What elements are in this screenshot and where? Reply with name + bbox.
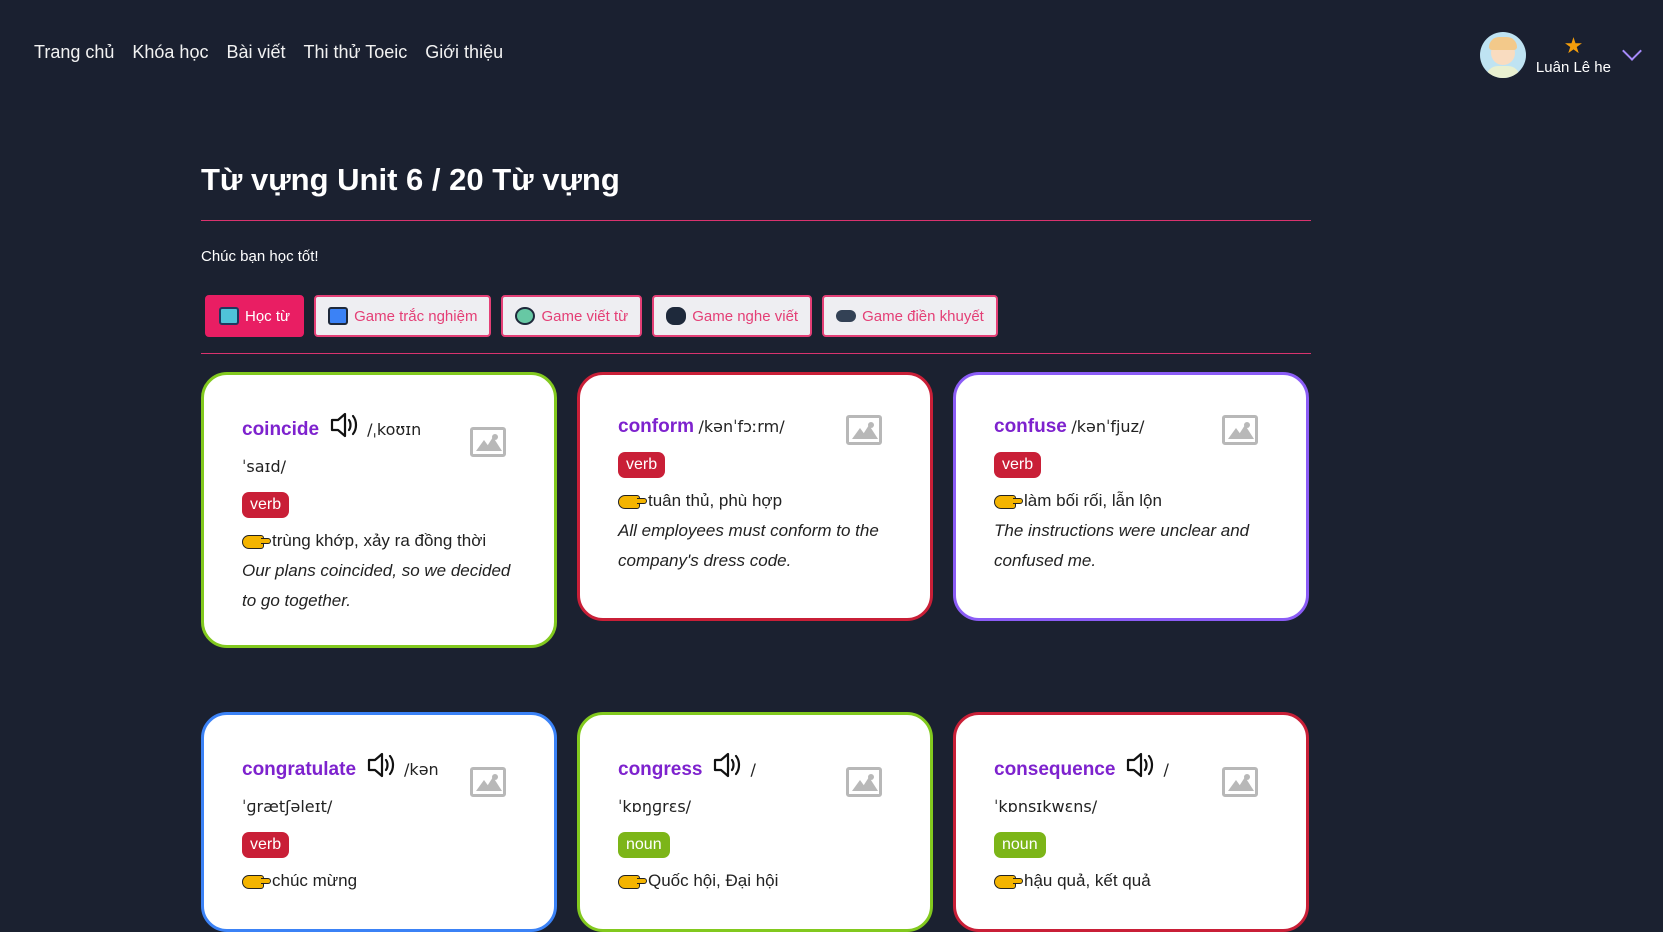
controller-icon [836, 310, 857, 322]
avatar[interactable] [1479, 32, 1526, 78]
vocab-meaning: hậu quả, kết quả [1024, 871, 1151, 890]
pointing-hand-icon [242, 534, 271, 549]
tab-learn-words[interactable]: Học từ [205, 295, 305, 337]
nav-courses[interactable]: Khóa học [132, 42, 208, 63]
vocab-card: congress / ˈkɒŋɡrɛs/ noun Quốc hội, Đại h… [577, 712, 933, 932]
image-placeholder-icon [1222, 767, 1258, 797]
part-of-speech-badge: verb [994, 452, 1042, 478]
vocab-meaning: tuân thủ, phù hợp [648, 491, 783, 510]
vocab-meaning: chúc mừng [272, 871, 358, 890]
tabs-divider [201, 353, 1311, 354]
pointing-hand-icon [618, 874, 647, 889]
mode-tabs: Học từ Game trắc nghiệm Game viết từ Gam… [205, 295, 1311, 337]
part-of-speech-badge: verb [242, 832, 290, 858]
vocab-card: consequence / ˈkɒnsɪkwɛns/ noun hậu quả, … [953, 712, 1309, 932]
main-nav: Trang chủ Khóa học Bài viết Thi thử Toei… [34, 42, 503, 63]
username: Luân Lê he [1535, 58, 1611, 76]
nav-articles[interactable]: Bài viết [226, 42, 285, 63]
tab-label: Game điền khuyết [862, 307, 984, 325]
tab-fill-blank-game[interactable]: Game điền khuyết [822, 295, 998, 337]
speaker-icon[interactable] [329, 411, 359, 451]
vocab-meaning: Quốc hội, Đại hội [648, 871, 779, 890]
image-placeholder-icon [846, 767, 882, 797]
image-placeholder-icon [846, 415, 882, 445]
part-of-speech-badge: noun [994, 832, 1046, 858]
pointing-hand-icon [994, 874, 1023, 889]
nav-home[interactable]: Trang chủ [34, 42, 114, 63]
image-placeholder-icon [470, 427, 506, 457]
vocab-card: conform /kənˈfɔːrm/ verb tuân thủ, phù h… [577, 372, 933, 621]
image-placeholder-icon [470, 767, 506, 797]
tab-label: Game nghe viết [692, 307, 799, 325]
tab-spelling-game[interactable]: Game viết từ [501, 295, 643, 337]
gamepad-icon [515, 307, 536, 325]
vr-headset-icon [666, 307, 687, 325]
page-title: Từ vựng Unit 6 / 20 Từ vựng [201, 162, 620, 197]
speaker-icon[interactable] [712, 751, 742, 791]
vocab-meaning: làm bối rối, lẫn lộn [1024, 491, 1162, 510]
star-icon: ★ [1563, 32, 1584, 58]
monitor-icon [328, 307, 349, 325]
tab-quiz-game[interactable]: Game trắc nghiệm [314, 295, 492, 337]
title-divider [201, 220, 1311, 221]
pointing-hand-icon [618, 494, 647, 509]
vocab-word[interactable]: congratulate [242, 759, 356, 780]
speaker-icon[interactable] [366, 751, 396, 791]
vocab-ipa: /kənˈfjuz/ [1071, 417, 1145, 436]
vocab-card: congratulate/kən ˈɡrætʃəleɪt/ verb chúc … [201, 712, 557, 932]
tab-label: Học từ [245, 307, 291, 325]
part-of-speech-badge: noun [618, 832, 670, 858]
image-placeholder-icon [1222, 415, 1258, 445]
vocab-example: The instructions were unclear and confus… [994, 521, 1250, 570]
tab-dictation-game[interactable]: Game nghe viết [652, 295, 813, 337]
vocab-word[interactable]: congress [618, 759, 702, 780]
part-of-speech-badge: verb [242, 492, 290, 518]
vocab-example: All employees must conform to the compan… [618, 521, 879, 570]
pointing-hand-icon [994, 494, 1023, 509]
vocab-word[interactable]: confuse [994, 416, 1067, 437]
chevron-down-icon[interactable] [1622, 41, 1642, 61]
vocab-word[interactable]: conform [618, 416, 694, 437]
tab-label: Game viết từ [541, 307, 629, 325]
user-menu[interactable]: ★ Luân Lê he [1479, 32, 1642, 78]
vocab-meaning: trùng khớp, xảy ra đồng thời [272, 531, 487, 550]
vocab-example: Our plans coincided, so we decided to go… [242, 561, 511, 610]
page-subtitle: Chúc bạn học tốt! [201, 248, 319, 265]
part-of-speech-badge: verb [618, 452, 666, 478]
top-navbar: Trang chủ Khóa học Bài viết Thi thử Toei… [0, 0, 1663, 110]
nav-toeic-test[interactable]: Thi thử Toeic [303, 42, 407, 63]
speaker-icon[interactable] [1125, 751, 1155, 791]
vocab-card: coincide/ˌkoʊɪn ˈsaɪd/ verb trùng khớp, … [201, 372, 557, 648]
pointing-hand-icon [242, 874, 271, 889]
book-icon [219, 307, 239, 325]
tab-label: Game trắc nghiệm [354, 307, 478, 325]
vocab-word[interactable]: consequence [994, 759, 1115, 780]
vocab-card: confuse /kənˈfjuz/ verb làm bối rối, lẫn… [953, 372, 1309, 621]
user-info: ★ Luân Lê he [1535, 32, 1611, 76]
vocab-word[interactable]: coincide [242, 419, 319, 440]
nav-about[interactable]: Giới thiệu [425, 42, 503, 63]
vocab-ipa: /kənˈfɔːrm/ [698, 417, 785, 436]
main-content: Từ vựng Unit 6 / 20 Từ vựng Chúc bạn học… [201, 150, 1311, 932]
